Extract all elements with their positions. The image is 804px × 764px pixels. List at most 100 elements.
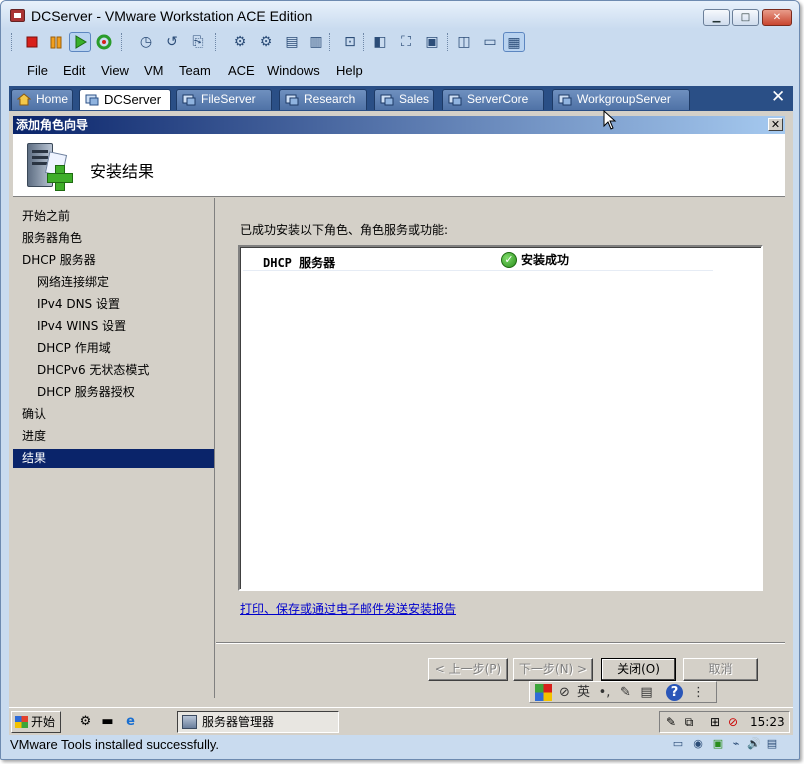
nav-item-dhcp-server[interactable]: DHCP 服务器 bbox=[13, 251, 214, 270]
team-icon: ⚙ bbox=[259, 34, 273, 50]
results-list[interactable]: DHCP 服务器 ✓ 安装成功 bbox=[238, 245, 763, 591]
maximize-button[interactable]: □ bbox=[732, 9, 759, 26]
soft-keyboard-icon[interactable]: ▤ bbox=[638, 684, 655, 701]
next-button[interactable]: 下一步(N) > bbox=[513, 658, 593, 681]
nav-item-dhcp-scope[interactable]: DHCP 作用域 bbox=[13, 339, 214, 358]
close-button[interactable]: 关闭(O) bbox=[601, 658, 676, 681]
suspend-button[interactable] bbox=[45, 32, 67, 52]
nav-item-ipv4-wins[interactable]: IPv4 WINS 设置 bbox=[13, 317, 214, 336]
result-row[interactable]: DHCP 服务器 ✓ 安装成功 bbox=[243, 250, 713, 271]
guest-screen[interactable]: 添加角色向导 ✕ 安装结果 开始之前 服务器角色 DHCP 服务器 网络连接绑定… bbox=[9, 111, 793, 735]
team-button-2[interactable]: ⚙ bbox=[255, 32, 277, 52]
hard-disk-icon[interactable]: ▭ bbox=[671, 737, 685, 751]
server-manager-quicklaunch-icon[interactable]: ⚙ bbox=[77, 713, 94, 730]
previous-button[interactable]: < 上一步(P) bbox=[428, 658, 508, 681]
snapshot-manager-button[interactable]: ⎘ bbox=[187, 32, 209, 52]
nav-item-server-roles[interactable]: 服务器角色 bbox=[13, 229, 214, 248]
tab-sales[interactable]: Sales bbox=[374, 89, 434, 110]
close-tab-button[interactable]: ✕ bbox=[771, 87, 785, 107]
status-text: VMware Tools installed successfully. bbox=[10, 737, 220, 752]
menu-vm[interactable]: VM bbox=[144, 63, 164, 78]
help-icon[interactable]: ? bbox=[666, 684, 683, 701]
message-log-icon[interactable]: ▤ bbox=[765, 737, 779, 751]
ime-tools-icon[interactable]: ✎ bbox=[617, 684, 634, 701]
power-on-button[interactable] bbox=[69, 32, 91, 52]
result-status-text: 安装成功 bbox=[521, 253, 570, 267]
tab-research[interactable]: Research bbox=[279, 89, 367, 110]
menu-windows[interactable]: Windows bbox=[267, 63, 320, 78]
capture-button[interactable]: ⊡ bbox=[339, 32, 361, 52]
ime-icon[interactable] bbox=[535, 684, 552, 701]
tab-label: Research bbox=[304, 92, 356, 106]
team-button-4[interactable]: ▥ bbox=[305, 32, 327, 52]
quick-switch-button[interactable]: ▣ bbox=[421, 32, 443, 52]
team-button-3[interactable]: ▤ bbox=[281, 32, 303, 52]
sound-icon[interactable]: 🔊 bbox=[747, 737, 761, 751]
nav-item-ipv4-dns[interactable]: IPv4 DNS 设置 bbox=[13, 295, 214, 314]
toolbar-grip bbox=[11, 33, 14, 51]
volume-muted-tray-icon[interactable]: ⊘ bbox=[725, 715, 741, 730]
menu-help[interactable]: Help bbox=[336, 63, 363, 78]
revert-snapshot-button[interactable]: ↺ bbox=[161, 32, 183, 52]
team-button-1[interactable]: ⚙ bbox=[229, 32, 251, 52]
vmware-window: DCServer - VMware Workstation ACE Editio… bbox=[0, 0, 800, 760]
cancel-button[interactable]: 取消 bbox=[683, 658, 758, 681]
internet-explorer-icon[interactable]: e bbox=[122, 713, 139, 730]
tab-label: Home bbox=[36, 92, 69, 106]
power-off-button[interactable] bbox=[21, 32, 43, 52]
print-save-email-report-link[interactable]: 打印、保存或通过电子邮件发送安装报告 bbox=[240, 600, 456, 617]
task-label: 服务器管理器 bbox=[202, 715, 275, 729]
sidebar-toggle-button[interactable]: ◧ bbox=[369, 32, 391, 52]
menu-ace[interactable]: ACE bbox=[228, 63, 255, 78]
appliance-view-button[interactable]: ▦ bbox=[503, 32, 525, 52]
tab-fileserver[interactable]: FileServer bbox=[176, 89, 272, 110]
button-separator bbox=[216, 642, 785, 644]
tab-servercore[interactable]: ServerCore bbox=[442, 89, 544, 110]
network-adapter-icon[interactable]: ▣ bbox=[711, 737, 725, 751]
usb-icon[interactable]: ⌁ bbox=[729, 737, 743, 751]
minimize-button[interactable]: ▁ bbox=[703, 9, 730, 26]
wizard-close-button[interactable]: ✕ bbox=[768, 118, 783, 131]
nav-item-dhcp-authorization[interactable]: DHCP 服务器授权 bbox=[13, 383, 214, 402]
reset-button[interactable] bbox=[93, 32, 115, 52]
language-bar: ⊘ 英 •, ✎ ▤ ? ⋮ bbox=[529, 681, 717, 703]
package-icon: ▤ bbox=[285, 34, 299, 50]
console-view-button[interactable]: ◫ bbox=[453, 32, 475, 52]
close-window-button[interactable]: ✕ bbox=[762, 9, 792, 26]
menu-view[interactable]: View bbox=[101, 63, 129, 78]
server-manager-icon bbox=[182, 715, 197, 729]
menu-edit[interactable]: Edit bbox=[63, 63, 85, 78]
ime-disable-icon[interactable]: ⊘ bbox=[556, 684, 573, 701]
nav-item-progress[interactable]: 进度 bbox=[13, 427, 214, 446]
menu-file[interactable]: File bbox=[27, 63, 48, 78]
menu-bar: File Edit View VM Team ACE Windows Help bbox=[9, 57, 793, 84]
tab-dcserver[interactable]: DCServer bbox=[79, 89, 171, 110]
cd-drive-icon[interactable]: ◉ bbox=[691, 737, 705, 751]
snapshot-button[interactable]: ◷ bbox=[135, 32, 157, 52]
nav-item-confirmation[interactable]: 确认 bbox=[13, 405, 214, 424]
guest-taskbar: 开始 ⚙ ▬ e 服务器管理器 ✎ ⧉ ⊞ ⊘ 15:23 bbox=[9, 707, 793, 735]
vmware-tools-tray-icon[interactable]: ⧉ bbox=[681, 715, 697, 730]
tab-label: ServerCore bbox=[467, 92, 529, 106]
ime-language-label[interactable]: 英 bbox=[575, 684, 592, 701]
start-button[interactable]: 开始 bbox=[11, 711, 61, 733]
show-desktop-icon[interactable]: ▬ bbox=[99, 713, 116, 730]
tab-workgroupserver[interactable]: WorkgroupServer bbox=[552, 89, 690, 110]
vm-icon bbox=[285, 94, 299, 106]
home-icon bbox=[17, 93, 31, 106]
full-screen-button[interactable]: ⛶ bbox=[395, 32, 417, 52]
toolbar-separator bbox=[447, 33, 450, 51]
menu-team[interactable]: Team bbox=[179, 63, 211, 78]
nav-item-results[interactable]: 结果 bbox=[13, 449, 214, 468]
langbar-options-icon[interactable]: ⋮ bbox=[690, 684, 707, 701]
windows-flag-icon bbox=[15, 716, 28, 728]
tab-home[interactable]: Home bbox=[11, 89, 73, 110]
taskbar-server-manager-button[interactable]: 服务器管理器 bbox=[177, 711, 339, 733]
ime-tray-icon[interactable]: ✎ bbox=[663, 715, 679, 730]
nav-item-dhcpv6-stateless[interactable]: DHCPv6 无状态模式 bbox=[13, 361, 214, 380]
nav-item-network-bindings[interactable]: 网络连接绑定 bbox=[13, 273, 214, 292]
punctuation-icon[interactable]: •, bbox=[596, 684, 613, 701]
network-tray-icon[interactable]: ⊞ bbox=[707, 715, 723, 730]
nav-item-before-you-begin[interactable]: 开始之前 bbox=[13, 207, 214, 226]
summary-view-button[interactable]: ▭ bbox=[479, 32, 501, 52]
